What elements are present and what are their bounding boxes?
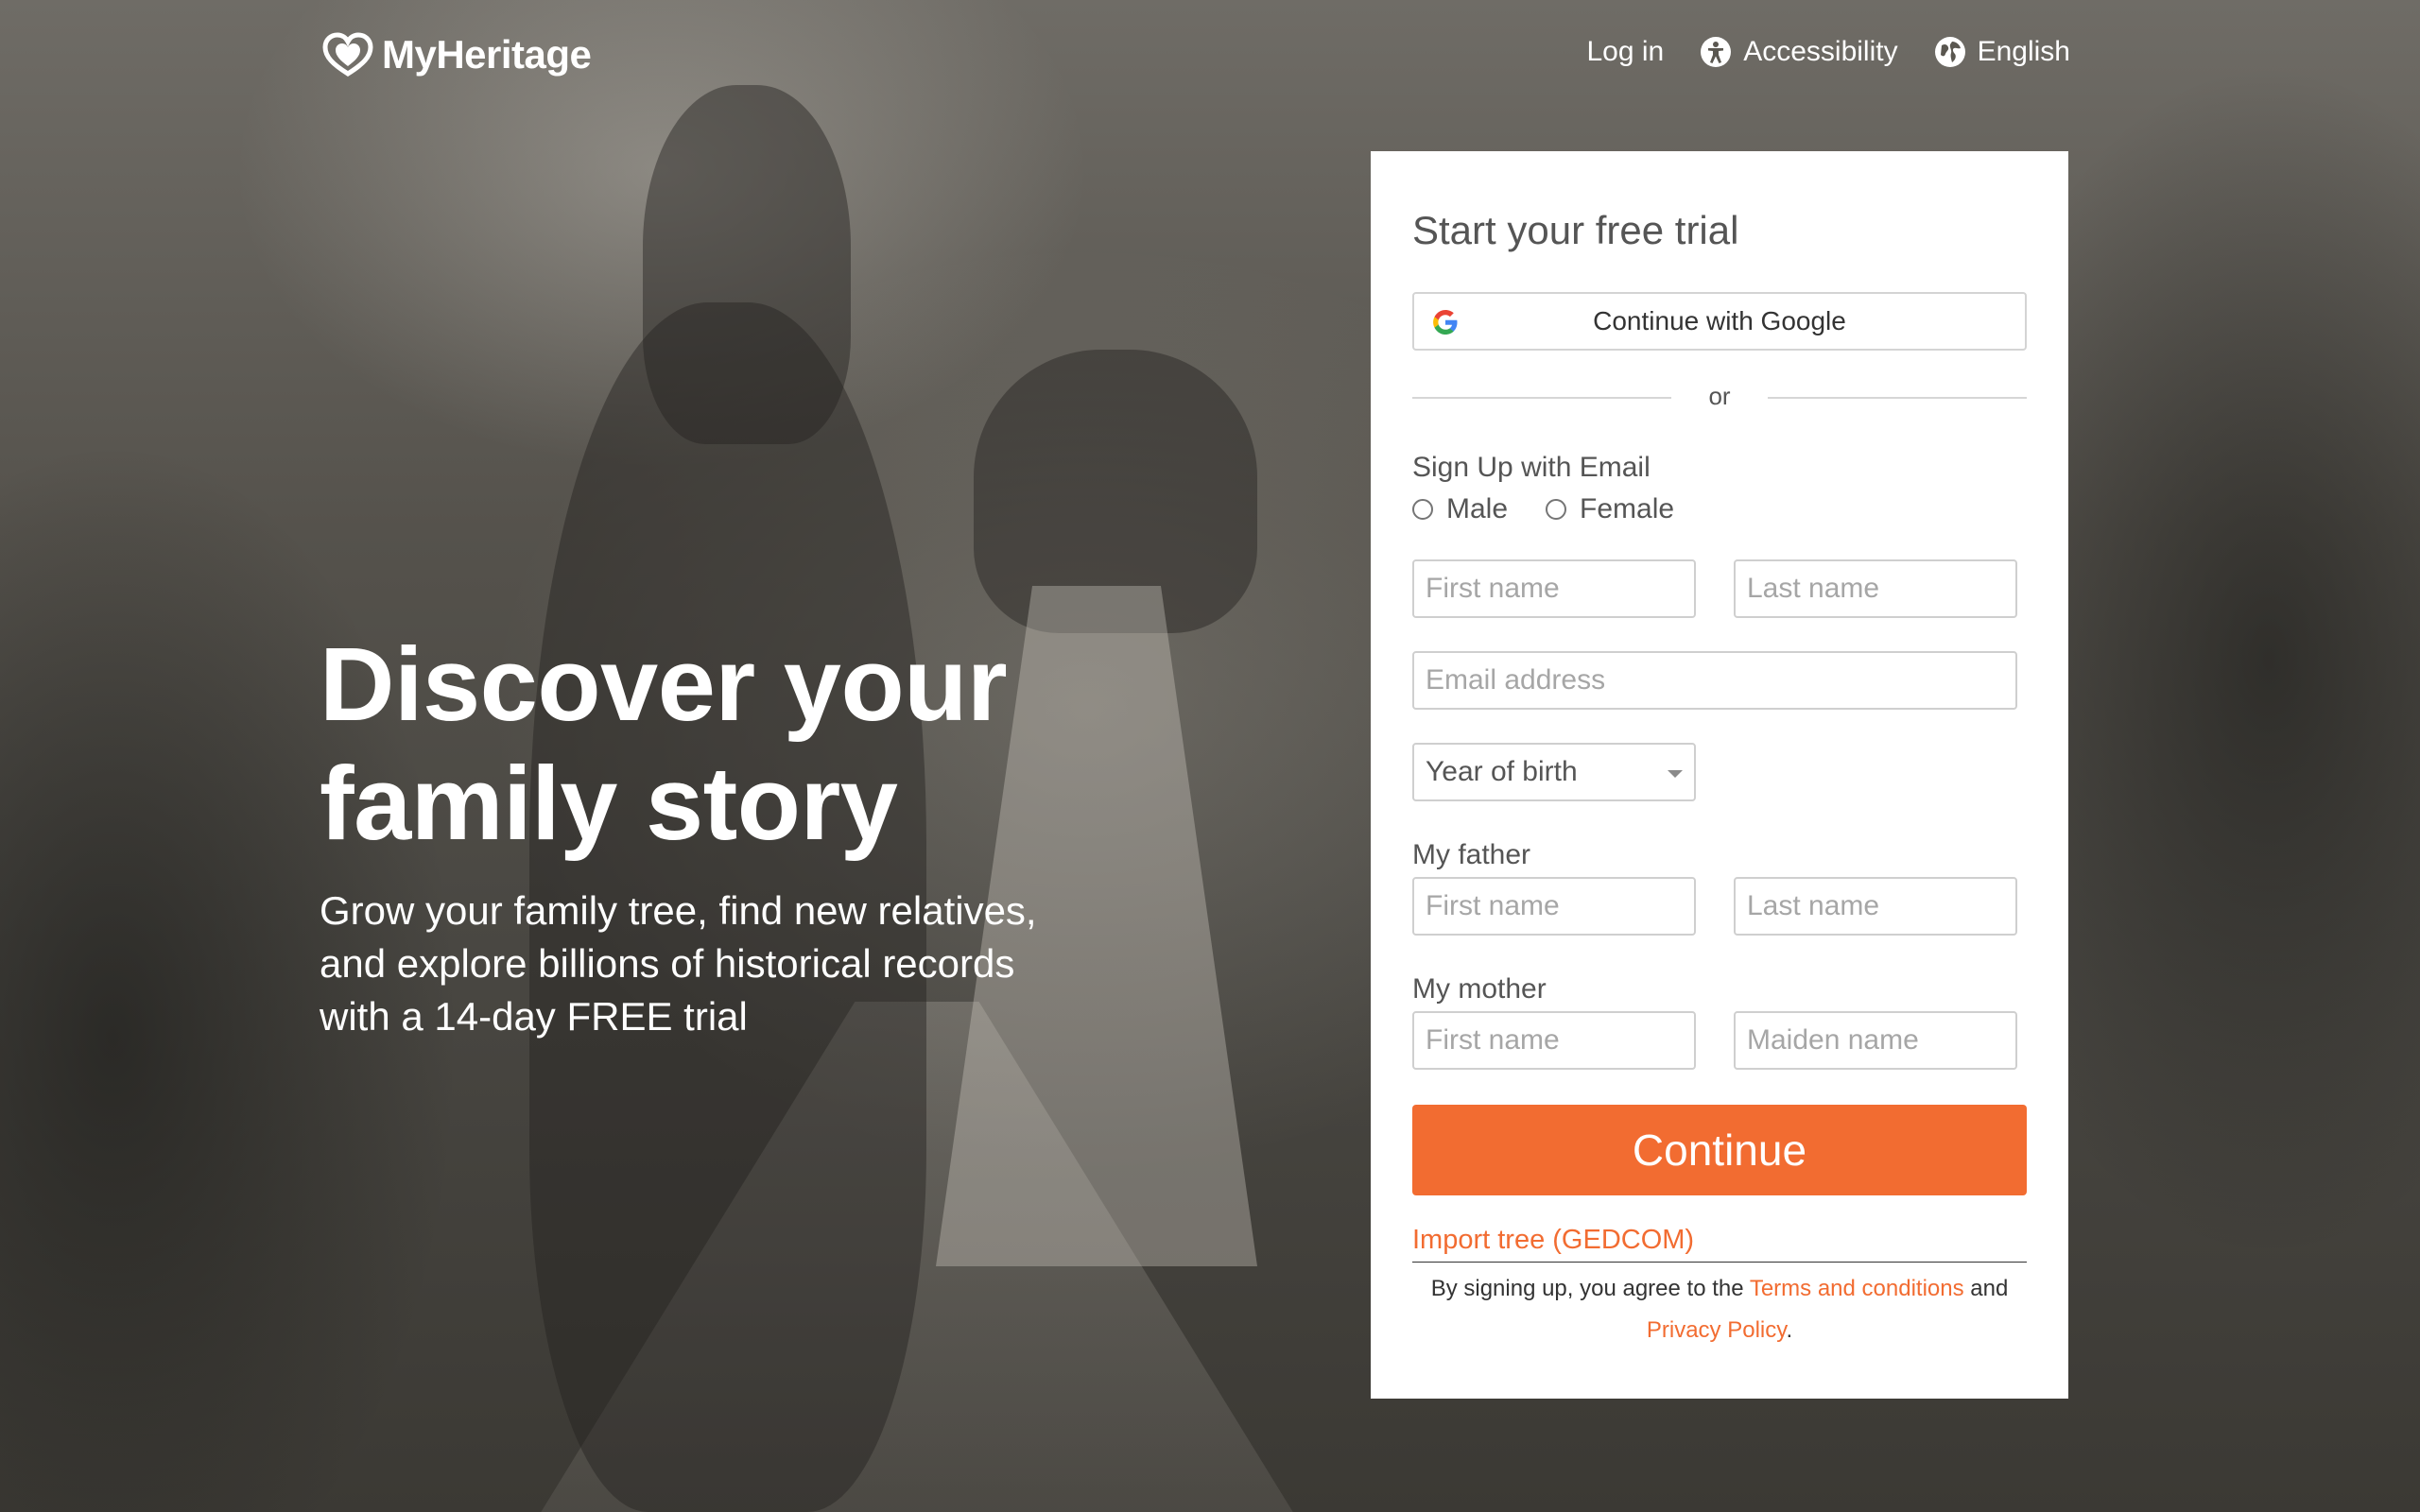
male-label: Male [1446,493,1509,524]
hero-subtitle-line-1: Grow your family tree, find new relative… [320,888,1037,933]
terms-prefix: By signing up, you agree to the [1430,1276,1744,1301]
accessibility-label: Accessibility [1743,36,1898,67]
hero-title: Discover your family story [320,626,1170,864]
year-of-birth-value: Year of birth [1426,756,1578,787]
hero-subtitle-line-2: and explore billions of historical recor… [320,941,1015,986]
myheritage-logo-icon [322,32,373,77]
import-gedcom-link[interactable]: Import tree (GEDCOM) [1412,1225,1694,1256]
father-first-name-input[interactable] [1412,877,1696,936]
google-button-label: Continue with Google [1593,306,1846,335]
login-link[interactable]: Log in [1586,36,1664,68]
hero-subtitle-line-3: with a 14-day FREE trial [320,994,748,1039]
last-name-input[interactable] [1734,559,2017,618]
import-divider [1412,1262,2027,1263]
google-icon [1433,310,1458,335]
first-name-input[interactable] [1412,559,1696,618]
terms-link[interactable]: Terms and conditions [1750,1276,1964,1301]
gender-radio-group: Male Female [1412,493,1712,525]
background-figure-child [643,85,851,444]
gender-female-radio[interactable]: Female [1546,493,1674,525]
page: MyHeritage Log in Accessibility English … [0,0,2420,1512]
top-header: MyHeritage Log in Accessibility English [0,0,2420,113]
continue-button[interactable]: Continue [1412,1105,2027,1195]
accessibility-link[interactable]: Accessibility [1700,36,1898,68]
globe-icon [1934,37,1965,67]
male-radio-circle[interactable] [1412,499,1433,520]
mother-maiden-name-input[interactable] [1734,1011,2017,1070]
terms-notice: By signing up, you agree to the Terms an… [1403,1268,2036,1351]
signup-title: Start your free trial [1412,208,1739,252]
login-label: Log in [1586,36,1665,67]
language-selector[interactable]: English [1934,36,2070,68]
logo-text: MyHeritage [382,32,592,77]
hero-title-line-1: Discover your [320,627,1008,743]
hero-subtitle: Grow your family tree, find new relative… [320,885,1170,1043]
female-label: Female [1580,493,1675,524]
year-of-birth-select[interactable]: Year of birth [1412,743,1696,801]
mother-label: My mother [1412,973,1547,1005]
top-nav: Log in Accessibility English [1550,36,2070,68]
email-signup-label: Sign Up with Email [1412,452,1651,483]
father-last-name-input[interactable] [1734,877,2017,936]
signup-card: Start your free trial Continue with Goog… [1371,151,2068,1399]
hero-title-line-2: family story [320,746,898,862]
terms-and: and [1970,1276,2009,1301]
divider-line-right [1768,397,2027,399]
female-radio-circle[interactable] [1546,499,1567,520]
logo[interactable]: MyHeritage [320,30,592,79]
terms-suffix: . [1786,1317,1793,1343]
mother-first-name-input[interactable] [1412,1011,1696,1070]
accessibility-icon [1701,37,1732,67]
google-signin-button[interactable]: Continue with Google [1412,292,2027,351]
privacy-link[interactable]: Privacy Policy [1647,1317,1787,1343]
gender-male-radio[interactable]: Male [1412,493,1508,525]
or-divider: or [1412,376,2027,423]
father-label: My father [1412,839,1531,870]
email-input[interactable] [1412,651,2017,710]
language-label: English [1977,36,2070,67]
chevron-down-icon [1668,770,1683,778]
